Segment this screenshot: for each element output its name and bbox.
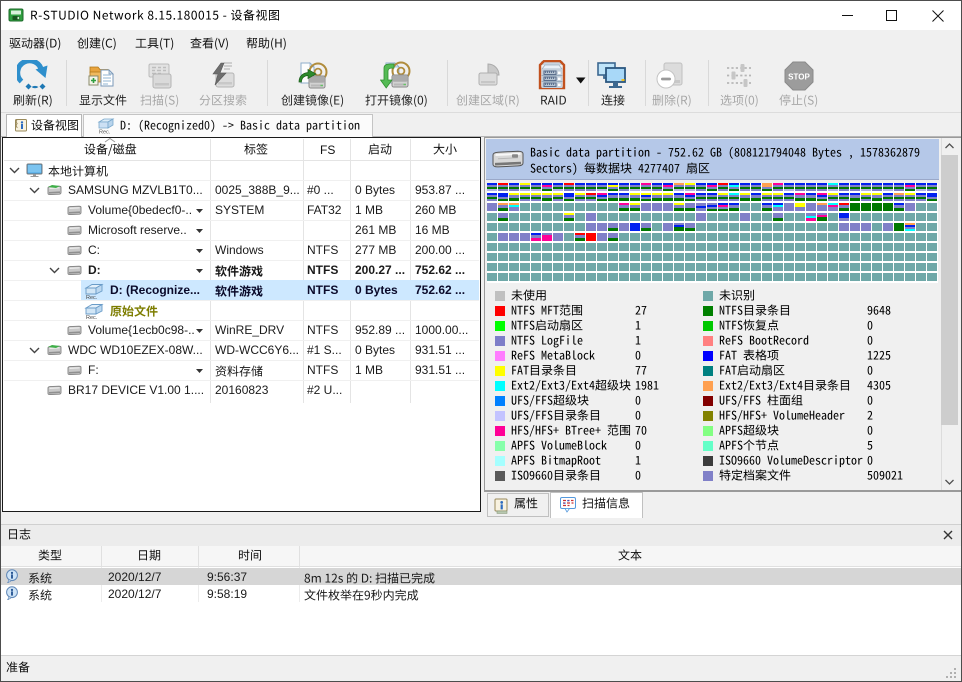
svg-text:Rec.: Rec.	[99, 130, 111, 135]
svg-text:Rec.: Rec.	[86, 295, 98, 299]
svg-text:Rec.: Rec.	[86, 315, 98, 319]
svg-text:STOP: STOP	[788, 73, 810, 82]
